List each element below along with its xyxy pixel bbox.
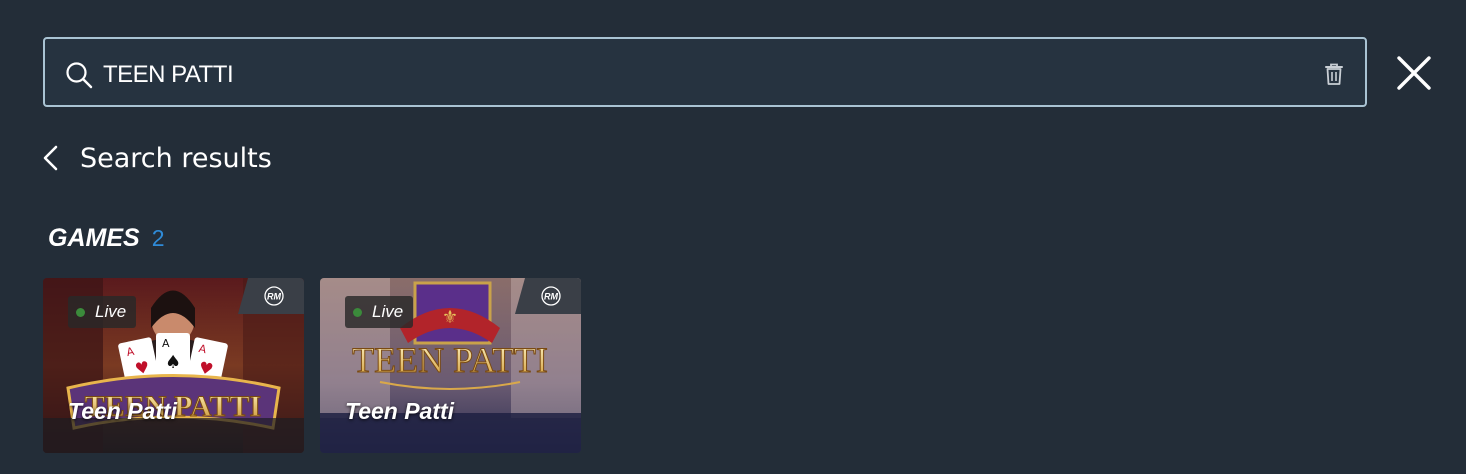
- rm-badge: RM: [515, 278, 581, 314]
- search-box[interactable]: [43, 37, 1367, 107]
- live-badge: Live: [345, 296, 414, 328]
- live-status-dot: [76, 307, 85, 317]
- section-title: GAMES: [48, 224, 140, 252]
- search-icon: [66, 62, 93, 89]
- results-count: 2: [151, 225, 165, 251]
- rm-badge: RM: [238, 278, 304, 314]
- live-badge: Live: [68, 296, 137, 328]
- search-results-header: Search results: [40, 138, 272, 178]
- live-label: Live: [372, 302, 404, 321]
- svg-text:A: A: [162, 337, 170, 350]
- live-label: Live: [95, 302, 127, 321]
- svg-text:TEEN PATTI: TEEN PATTI: [352, 340, 548, 380]
- close-icon[interactable]: [1396, 55, 1432, 91]
- game-title: Teen Patti: [345, 398, 455, 424]
- svg-text:RM: RM: [267, 292, 281, 302]
- game-card[interactable]: A ♥ A ♠ A ♥ TEEN PATTI RM Live Teen Patti: [43, 278, 304, 453]
- svg-text:RM: RM: [544, 292, 558, 302]
- svg-text:♠: ♠: [165, 352, 181, 373]
- games-section-header: GAMES 2: [48, 224, 164, 253]
- page-title: Search results: [80, 142, 272, 174]
- svg-text:⚜: ⚜: [442, 307, 458, 328]
- chevron-left-icon[interactable]: [40, 143, 64, 173]
- game-title: Teen Patti: [68, 398, 178, 424]
- live-status-dot: [353, 307, 362, 317]
- game-card[interactable]: ⚜ TEEN PATTI RM Live Teen Patti: [320, 278, 581, 453]
- trash-icon[interactable]: [1323, 62, 1345, 86]
- search-input[interactable]: [103, 57, 1303, 93]
